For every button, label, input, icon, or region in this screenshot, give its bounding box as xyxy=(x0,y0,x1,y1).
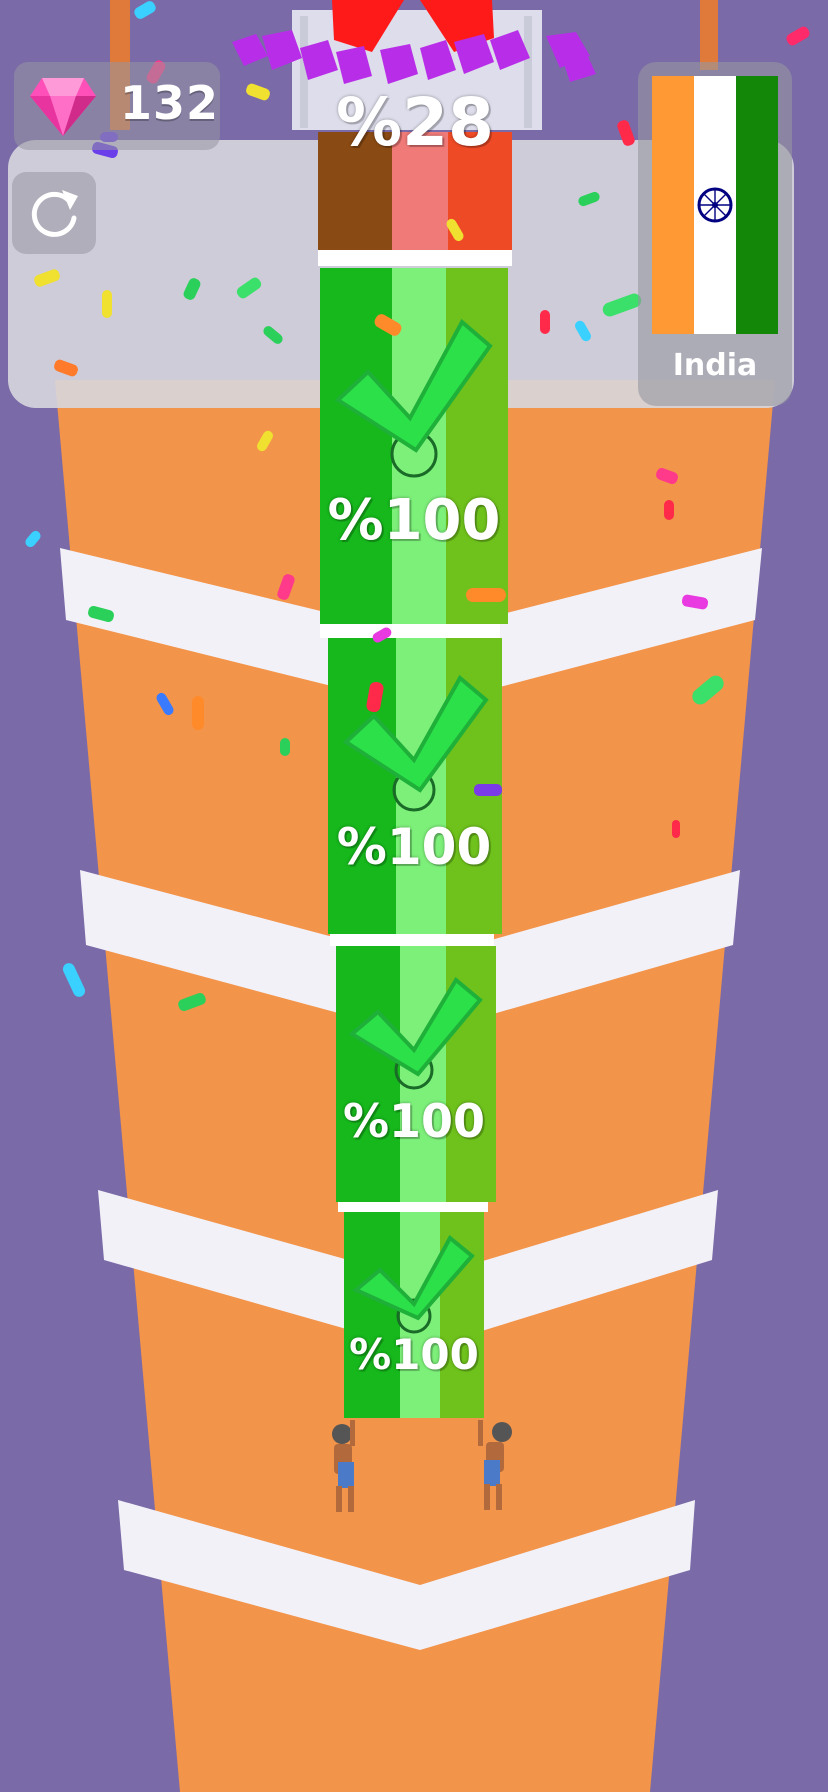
country-flag-card[interactable]: India xyxy=(638,62,792,406)
completed-tile-3 xyxy=(336,946,496,1212)
tile-2-percent: %100 xyxy=(336,818,492,876)
flag-stripe-white xyxy=(694,76,736,334)
pink-diamond-icon xyxy=(30,78,96,136)
india-flag-icon xyxy=(652,76,778,334)
gem-counter: 132 xyxy=(14,62,220,150)
tile-4-percent: %100 xyxy=(349,1330,479,1379)
gem-count: 132 xyxy=(120,76,220,130)
completed-tile-1 xyxy=(320,268,508,638)
completed-tile-4 xyxy=(344,1212,484,1418)
right-pole xyxy=(700,0,718,70)
flag-stripe-green xyxy=(736,76,778,334)
progress-percent: %28 xyxy=(336,84,494,161)
flag-stripe-saffron xyxy=(652,76,694,334)
ashoka-chakra-icon xyxy=(697,187,733,223)
tile-1-percent: %100 xyxy=(327,488,501,553)
restart-button[interactable] xyxy=(12,172,96,254)
restart-icon xyxy=(31,190,78,237)
tile-3-percent: %100 xyxy=(342,1094,486,1148)
country-name: India xyxy=(672,348,758,383)
